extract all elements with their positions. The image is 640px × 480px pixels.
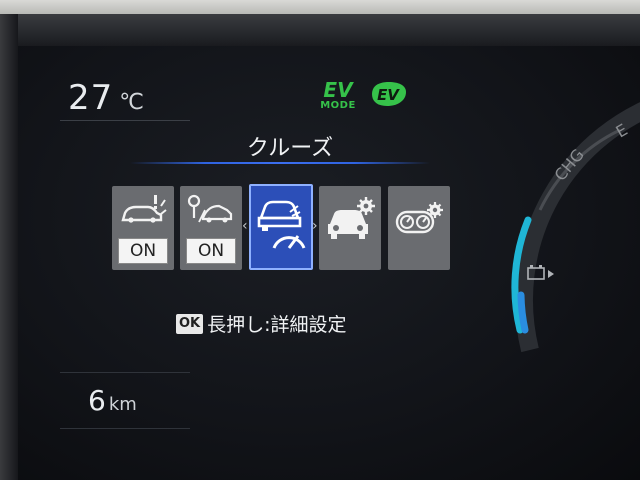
divider-top (60, 120, 190, 121)
tile-state-on: ON (186, 238, 236, 264)
long-press-hint: OK 長押し:詳細設定 (176, 310, 347, 337)
ev-badge-text: EV (377, 86, 400, 104)
ev-mode-indicator: EV MODE (316, 80, 360, 112)
temperature-unit: ℃ (119, 90, 144, 115)
distance-unit: km (108, 394, 137, 415)
bezel-left (0, 14, 18, 480)
tile-state-on: ON (118, 238, 168, 264)
tile-pre-collision[interactable]: ON (112, 186, 174, 270)
temperature-value: 27 (68, 78, 114, 118)
distance-value: 6 (88, 384, 106, 417)
bezel-band (0, 14, 640, 46)
distance-readout: 6 km (88, 384, 137, 417)
lane-departure-car-icon (187, 194, 233, 223)
pre-collision-car-icon (121, 195, 167, 223)
divider-bottom-1 (60, 372, 190, 373)
title-underline (130, 162, 430, 164)
power-gauge: CHG E (511, 102, 640, 353)
chevron-left-icon[interactable]: ‹ (242, 218, 248, 234)
divider-bottom-2 (60, 428, 190, 429)
cruise-speedometer-icon (257, 200, 306, 249)
tile-meter-settings[interactable] (388, 186, 450, 270)
tile-cruise-selected[interactable] (249, 184, 313, 270)
bezel-top (0, 0, 640, 14)
outside-temperature: 27 ℃ (68, 78, 144, 118)
tile-lane-departure[interactable]: ON (180, 186, 242, 270)
instrument-cluster-display: 27 ℃ EV MODE EV クルーズ ON ON ‹ › OK 長押し:詳細… (0, 0, 640, 480)
ev-mode-ev-text: EV (323, 78, 353, 102)
ev-indicator-icon: EV (372, 82, 406, 106)
car-settings-icon (328, 197, 375, 239)
meter-settings-icon (395, 202, 443, 234)
menu-title: クルーズ (246, 136, 334, 161)
ev-mode-mode-text: MODE (320, 100, 356, 111)
ok-key-badge: OK (176, 313, 204, 334)
chevron-right-icon[interactable]: › (312, 218, 318, 234)
tile-car-settings[interactable] (319, 186, 381, 270)
hint-text: 長押し:詳細設定 (207, 314, 347, 336)
